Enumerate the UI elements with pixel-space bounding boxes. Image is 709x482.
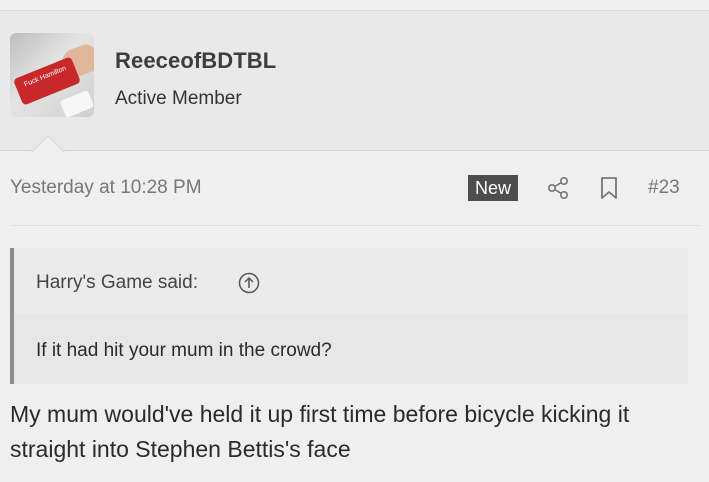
post-number[interactable]: #23 xyxy=(648,177,680,199)
post-body: My mum would've held it up first time be… xyxy=(10,401,630,462)
username[interactable]: ReeceofBDTBL xyxy=(115,48,276,74)
share-icon[interactable] xyxy=(546,176,570,200)
arrow-up-circle-icon[interactable] xyxy=(238,272,260,294)
quote-block: Harry's Game said: If it had hit your mu… xyxy=(10,248,688,384)
post-meta: Yesterday at 10:28 PM New #23 xyxy=(0,170,709,206)
quote-author[interactable]: Harry's Game said: xyxy=(36,272,198,294)
quote-header: Harry's Game said: xyxy=(14,248,688,314)
post-timestamp[interactable]: Yesterday at 10:28 PM xyxy=(10,177,202,199)
new-badge: New xyxy=(468,175,519,201)
user-header: Fuck Hamilton ReeceofBDTBL Active Member xyxy=(0,11,709,151)
avatar-key-white xyxy=(59,90,94,117)
divider xyxy=(10,225,700,226)
bookmark-icon[interactable] xyxy=(600,176,618,200)
quote-text: If it had hit your mum in the crowd? xyxy=(36,340,332,361)
user-title: Active Member xyxy=(115,88,242,109)
avatar[interactable]: Fuck Hamilton xyxy=(10,33,94,117)
